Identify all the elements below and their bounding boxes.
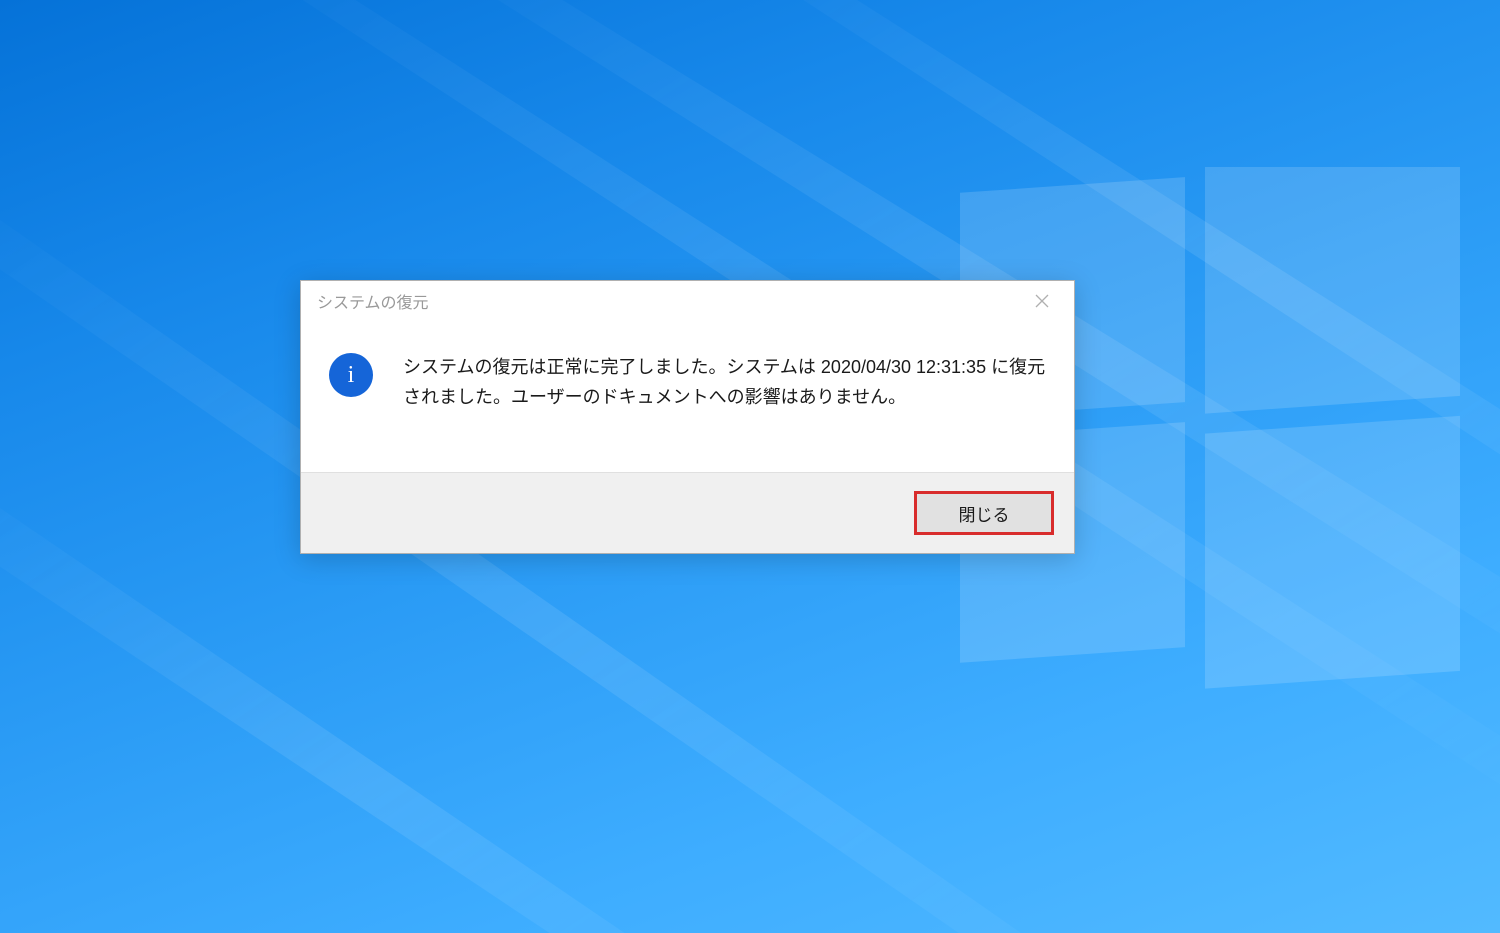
- dialog-body: i システムの復元は正常に完了しました。システムは 2020/04/30 12:…: [301, 321, 1074, 472]
- dialog-footer: 閉じる: [301, 472, 1074, 553]
- info-icon-letter: i: [348, 362, 355, 389]
- close-button[interactable]: 閉じる: [914, 491, 1054, 535]
- close-icon: [1035, 294, 1049, 308]
- dialog-titlebar[interactable]: システムの復元: [301, 281, 1074, 321]
- system-restore-dialog: システムの復元 i システムの復元は正常に完了しました。システムは 2020/0…: [300, 280, 1075, 554]
- window-close-button[interactable]: [1022, 285, 1062, 317]
- dialog-message: システムの復元は正常に完了しました。システムは 2020/04/30 12:31…: [403, 351, 1046, 412]
- info-icon: i: [329, 353, 373, 397]
- dialog-title: システムの復元: [317, 289, 429, 313]
